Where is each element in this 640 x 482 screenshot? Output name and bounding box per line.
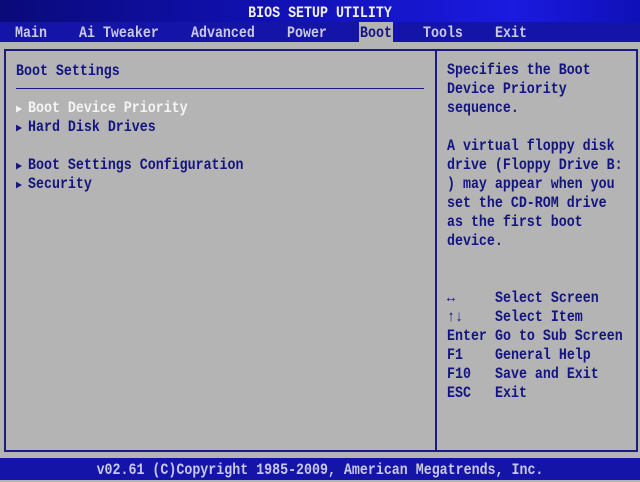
tab-power[interactable]: Power	[287, 22, 327, 44]
tab-main[interactable]: Main	[15, 22, 47, 44]
submenu-arrow-icon: ▶	[16, 103, 29, 117]
help-line: sequence.	[447, 99, 519, 117]
section-title: Boot Settings	[16, 62, 120, 80]
tab-advanced[interactable]: Advanced	[191, 22, 255, 44]
tab-ai-tweaker[interactable]: Ai Tweaker	[79, 22, 159, 44]
tab-tools[interactable]: Tools	[423, 22, 463, 44]
panel-divider	[435, 49, 437, 452]
tab-boot[interactable]: Boot	[359, 22, 393, 44]
submenu-arrow-icon: ▶	[16, 160, 29, 174]
copyright: v02.61 (C)Copyright 1985-2009, American …	[96, 461, 544, 479]
key-action: Exit	[495, 384, 527, 402]
tab-exit[interactable]: Exit	[495, 22, 527, 44]
help-line: device.	[447, 232, 503, 250]
title: BIOS SETUP UTILITY	[248, 4, 392, 22]
key-esc: ESC	[447, 384, 471, 402]
menu-item-hard-disk-drives[interactable]: ▶ Hard Disk Drives	[16, 116, 156, 140]
submenu-arrow-icon: ▶	[16, 179, 29, 193]
menu-item-security[interactable]: ▶ Security	[16, 173, 92, 197]
section-rule	[16, 88, 424, 89]
submenu-arrow-icon: ▶	[16, 122, 29, 136]
